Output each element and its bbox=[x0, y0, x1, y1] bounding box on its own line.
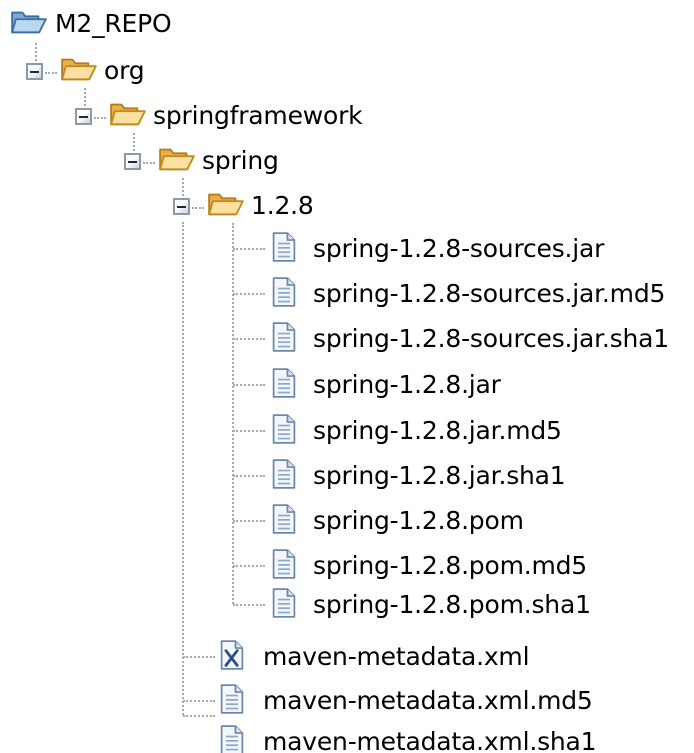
tree-file-label: spring-1.2.8.pom.sha1 bbox=[313, 590, 591, 619]
tree-node-label: 1.2.8 bbox=[251, 191, 314, 220]
file-icon bbox=[271, 548, 297, 580]
tree-node-org[interactable]: org bbox=[0, 49, 200, 93]
collapse-toggle-version-1-2-8[interactable] bbox=[173, 198, 190, 215]
repository-tree: M2_REPO org springframework spring 1.2.8… bbox=[0, 0, 694, 753]
tree-file-label: spring-1.2.8.jar.md5 bbox=[313, 416, 562, 445]
tree-node-label: M2_REPO bbox=[55, 9, 172, 38]
tree-file-node[interactable]: maven-metadata.xml bbox=[0, 635, 694, 679]
tree-file-node[interactable]: spring-1.2.8.pom.md5 bbox=[0, 544, 694, 588]
file-icon bbox=[219, 683, 245, 715]
file-icon bbox=[271, 367, 297, 399]
tree-node-label: org bbox=[104, 56, 145, 85]
tree-node-label: springframework bbox=[153, 101, 363, 130]
tree-file-node[interactable]: spring-1.2.8.jar.md5 bbox=[0, 409, 694, 453]
tree-file-label: spring-1.2.8-sources.jar bbox=[313, 234, 605, 263]
file-icon bbox=[271, 321, 297, 353]
tree-file-node[interactable]: maven-metadata.xml.md5 bbox=[0, 679, 694, 723]
file-icon bbox=[219, 724, 245, 753]
folder-open-icon bbox=[60, 53, 98, 83]
collapse-toggle-spring[interactable] bbox=[124, 153, 141, 170]
file-icon bbox=[271, 413, 297, 445]
tree-node-spring[interactable]: spring bbox=[0, 139, 320, 183]
tree-file-label: spring-1.2.8-sources.jar.md5 bbox=[313, 279, 666, 308]
tree-file-node[interactable]: spring-1.2.8.pom bbox=[0, 499, 694, 543]
tree-file-label: maven-metadata.xml bbox=[263, 642, 530, 671]
folder-open-icon bbox=[158, 143, 196, 173]
tree-file-node[interactable]: spring-1.2.8-sources.jar.sha1 bbox=[0, 317, 694, 361]
tree-node-m2-repo[interactable]: M2_REPO bbox=[0, 2, 240, 46]
folder-open-icon bbox=[10, 6, 48, 36]
file-icon bbox=[271, 503, 297, 535]
tree-file-label: spring-1.2.8-sources.jar.sha1 bbox=[313, 324, 669, 353]
tree-file-label: spring-1.2.8.jar.sha1 bbox=[313, 461, 566, 490]
tree-file-node[interactable]: spring-1.2.8-sources.jar bbox=[0, 227, 694, 271]
tree-file-node[interactable]: spring-1.2.8.pom.sha1 bbox=[0, 583, 694, 627]
collapse-toggle-org[interactable] bbox=[26, 63, 43, 80]
tree-node-springframework[interactable]: springframework bbox=[0, 94, 400, 138]
folder-open-icon bbox=[207, 188, 245, 218]
tree-node-label: spring bbox=[202, 146, 279, 175]
collapse-toggle-springframework[interactable] bbox=[75, 108, 92, 125]
tree-file-node[interactable]: spring-1.2.8.jar bbox=[0, 363, 694, 407]
tree-node-version-1-2-8[interactable]: 1.2.8 bbox=[0, 184, 360, 228]
file-icon bbox=[271, 276, 297, 308]
file-icon bbox=[271, 231, 297, 263]
xml-file-icon bbox=[219, 639, 245, 671]
tree-file-label: spring-1.2.8.pom.md5 bbox=[313, 551, 588, 580]
file-icon bbox=[271, 458, 297, 490]
tree-file-label: spring-1.2.8.jar bbox=[313, 370, 501, 399]
tree-file-node[interactable]: spring-1.2.8-sources.jar.md5 bbox=[0, 272, 694, 316]
tree-file-node[interactable]: maven-metadata.xml.sha1 bbox=[0, 720, 694, 753]
tree-file-label: maven-metadata.xml.md5 bbox=[263, 686, 593, 715]
tree-file-node[interactable]: spring-1.2.8.jar.sha1 bbox=[0, 454, 694, 498]
folder-open-icon bbox=[109, 98, 147, 128]
file-icon bbox=[271, 587, 297, 619]
tree-file-label: spring-1.2.8.pom bbox=[313, 506, 524, 535]
tree-file-label: maven-metadata.xml.sha1 bbox=[263, 727, 597, 753]
